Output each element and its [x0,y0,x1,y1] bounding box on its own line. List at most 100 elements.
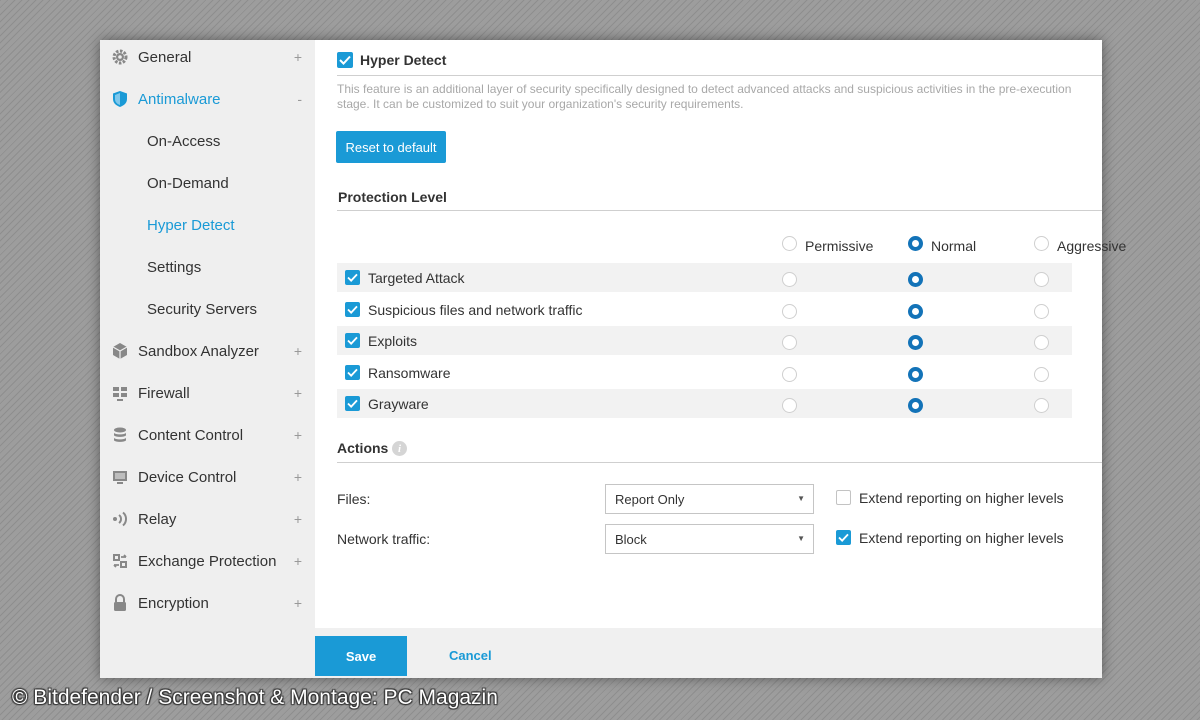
network-extend-reporting-checkbox[interactable] [836,530,851,545]
sidebar-item-label: Relay [138,510,177,528]
sidebar-item-device-control[interactable]: Device Control + [100,462,315,492]
suspicious-files-checkbox[interactable] [345,302,360,317]
expand-icon[interactable]: + [294,343,302,359]
sidebar-item-label: General [138,48,192,66]
level-permissive-label: Permissive [805,238,874,254]
sidebar-item-label: Content Control [138,426,244,444]
info-icon[interactable]: i [392,441,407,456]
gear-icon [111,48,129,66]
copyright-watermark: © Bitdefender / Screenshot & Montage: PC… [12,686,498,709]
permissive-radio[interactable] [782,335,797,350]
network-extend-reporting-label: Extend reporting on higher levels [859,530,1064,546]
aggressive-radio[interactable] [1034,304,1049,319]
ransomware-checkbox[interactable] [345,365,360,380]
database-icon [111,426,129,444]
sidebar-item-encryption[interactable]: Encryption + [100,588,315,618]
level-aggressive-label: Aggressive [1057,238,1127,254]
normal-radio[interactable] [908,398,923,413]
protection-level-heading: Protection Level [338,189,447,205]
expand-icon[interactable]: + [294,469,302,485]
normal-radio[interactable] [908,335,923,350]
normal-radio[interactable] [908,367,923,382]
row-label: Targeted Attack [368,270,465,286]
level-normal-label: Normal [931,238,977,254]
cube-icon [111,342,129,360]
check-icon [347,305,358,314]
check-icon [347,273,358,282]
hyper-detect-toggle-checkbox[interactable] [337,52,353,68]
expand-icon[interactable]: + [294,553,302,569]
sidebar-item-exchange-protection[interactable]: Exchange Protection + [100,546,315,576]
permissive-all-radio[interactable] [782,236,797,251]
shield-icon [111,90,129,108]
row-label: Exploits [368,333,418,349]
expand-icon[interactable]: + [294,595,302,611]
cancel-button[interactable]: Cancel [449,648,492,663]
chevron-down-icon: ▼ [797,534,805,543]
actions-heading: Actions [337,440,389,456]
firewall-icon [111,384,129,402]
reset-to-default-button[interactable]: Reset to default [336,131,446,163]
permissive-radio[interactable] [782,367,797,382]
sidebar-item-relay[interactable]: Relay + [100,504,315,534]
grayware-checkbox[interactable] [345,396,360,411]
exploits-checkbox[interactable] [345,333,360,348]
sidebar-item-content-control[interactable]: Content Control + [100,420,315,450]
sidebar-item-antimalware[interactable]: Antimalware - [100,84,315,114]
main-panel: Hyper Detect This feature is an addition… [315,40,1126,628]
divider [337,462,1102,463]
collapse-icon[interactable]: - [297,91,302,107]
check-icon [838,533,849,542]
chevron-down-icon: ▼ [797,494,805,503]
sidebar-item-firewall[interactable]: Firewall + [100,378,315,408]
sidebar-item-general[interactable]: General + [100,42,315,72]
sidebar-subitem-security-servers[interactable]: Security Servers [147,294,257,324]
sidebar-item-label: Antimalware [138,90,221,108]
expand-icon[interactable]: + [294,427,302,443]
expand-icon[interactable]: + [294,511,302,527]
sidebar-item-label: Encryption [138,594,209,612]
policy-window: General + Antimalware - On-Access On-Dem… [100,40,1126,678]
aggressive-radio[interactable] [1034,335,1049,350]
divider [337,75,1102,76]
normal-radio[interactable] [908,304,923,319]
exchange-icon [111,552,129,570]
network-action-value: Block [615,531,647,547]
aggressive-radio[interactable] [1034,398,1049,413]
normal-radio[interactable] [908,272,923,287]
protection-row [337,326,1072,355]
aggressive-radio[interactable] [1034,367,1049,382]
sidebar-subitem-hyper-detect[interactable]: Hyper Detect [147,210,235,240]
permissive-radio[interactable] [782,304,797,319]
expand-icon[interactable]: + [294,385,302,401]
network-action-select[interactable]: Block ▼ [605,524,814,554]
permissive-radio[interactable] [782,398,797,413]
check-icon [347,368,358,377]
sidebar-item-label: Device Control [138,468,237,486]
normal-all-radio[interactable] [908,236,923,251]
sidebar-subitem-on-access[interactable]: On-Access [147,126,220,156]
row-label: Grayware [368,396,429,412]
sidebar-subitem-on-demand[interactable]: On-Demand [147,168,229,198]
targeted-attack-checkbox[interactable] [345,270,360,285]
sidebar-item-label: Firewall [138,384,190,402]
files-label: Files: [337,491,371,507]
expand-icon[interactable]: + [294,49,302,65]
check-icon [347,336,358,345]
sidebar-subitem-settings[interactable]: Settings [147,252,201,282]
aggressive-radio[interactable] [1034,272,1049,287]
files-action-select[interactable]: Report Only ▼ [605,484,814,514]
monitor-icon [111,468,129,486]
sidebar-item-label: Sandbox Analyzer [138,342,259,360]
relay-icon [111,510,129,528]
feature-title: Hyper Detect [360,52,447,68]
protection-row [337,389,1072,418]
footer-bar: Save Cancel [315,628,1102,678]
save-button[interactable]: Save [315,636,407,676]
aggressive-all-radio[interactable] [1034,236,1049,251]
row-label: Suspicious files and network traffic [368,302,583,318]
sidebar-item-sandbox-analyzer[interactable]: Sandbox Analyzer + [100,336,315,366]
divider [337,210,1102,211]
files-extend-reporting-checkbox[interactable] [836,490,851,505]
permissive-radio[interactable] [782,272,797,287]
